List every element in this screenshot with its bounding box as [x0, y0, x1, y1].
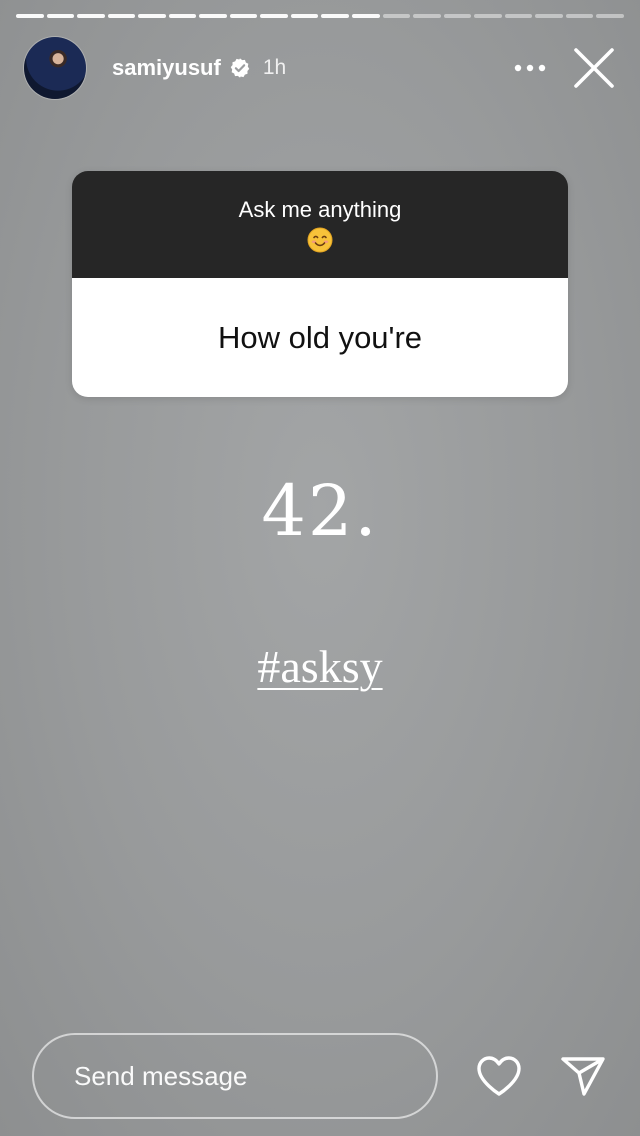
story-progress-segment — [352, 14, 380, 18]
story-reply-text: 42. — [261, 470, 379, 552]
story-progress-segment — [260, 14, 288, 18]
question-sticker-header: Ask me anything — [72, 171, 568, 278]
send-message-input[interactable] — [32, 1033, 438, 1119]
send-icon — [561, 1057, 605, 1096]
story-progress-segment — [504, 14, 533, 18]
story-progress-segment — [321, 14, 350, 18]
story-progress-segment — [77, 14, 105, 18]
story-progress-segment — [535, 14, 563, 18]
more-options-button[interactable] — [510, 48, 550, 88]
story-progress-segment — [565, 14, 594, 18]
story-progress-segment — [229, 14, 258, 18]
more-horizontal-icon — [514, 64, 546, 72]
story-progress-segment — [107, 14, 136, 18]
story-progress-segment — [443, 14, 472, 18]
verified-badge-icon — [230, 58, 250, 78]
story-progress-segment — [413, 14, 441, 18]
time-ago: 1h — [262, 56, 287, 79]
story-progress-segment — [199, 14, 227, 18]
share-button[interactable] — [558, 1051, 608, 1101]
story-progress-bar — [16, 14, 624, 20]
hashtag-container: #asksy — [0, 640, 640, 693]
story-header: samiyusuf 1h — [24, 36, 616, 100]
profile-avatar[interactable] — [24, 37, 86, 99]
hashtag-link[interactable]: #asksy — [257, 641, 382, 692]
heart-icon — [477, 1056, 521, 1096]
story-footer — [32, 1032, 608, 1120]
question-prompt: Ask me anything — [238, 197, 402, 222]
smiling-face-emoji-icon — [307, 227, 333, 253]
story-progress-segment — [16, 14, 44, 18]
story-progress-segment — [474, 14, 502, 18]
question-sticker: Ask me anything How old you're — [72, 171, 568, 397]
story-progress-segment — [290, 14, 319, 18]
story-progress-segment — [46, 14, 75, 18]
question-sticker-body: How old you're — [72, 278, 568, 397]
close-icon[interactable] — [572, 46, 616, 90]
like-button[interactable] — [474, 1051, 524, 1101]
submitted-question: How old you're — [217, 319, 423, 355]
story-progress-segment — [382, 14, 411, 18]
story-progress-segment — [596, 14, 624, 18]
username[interactable]: samiyusuf — [112, 55, 221, 81]
story-progress-segment — [138, 14, 166, 18]
story-progress-segment — [168, 14, 197, 18]
